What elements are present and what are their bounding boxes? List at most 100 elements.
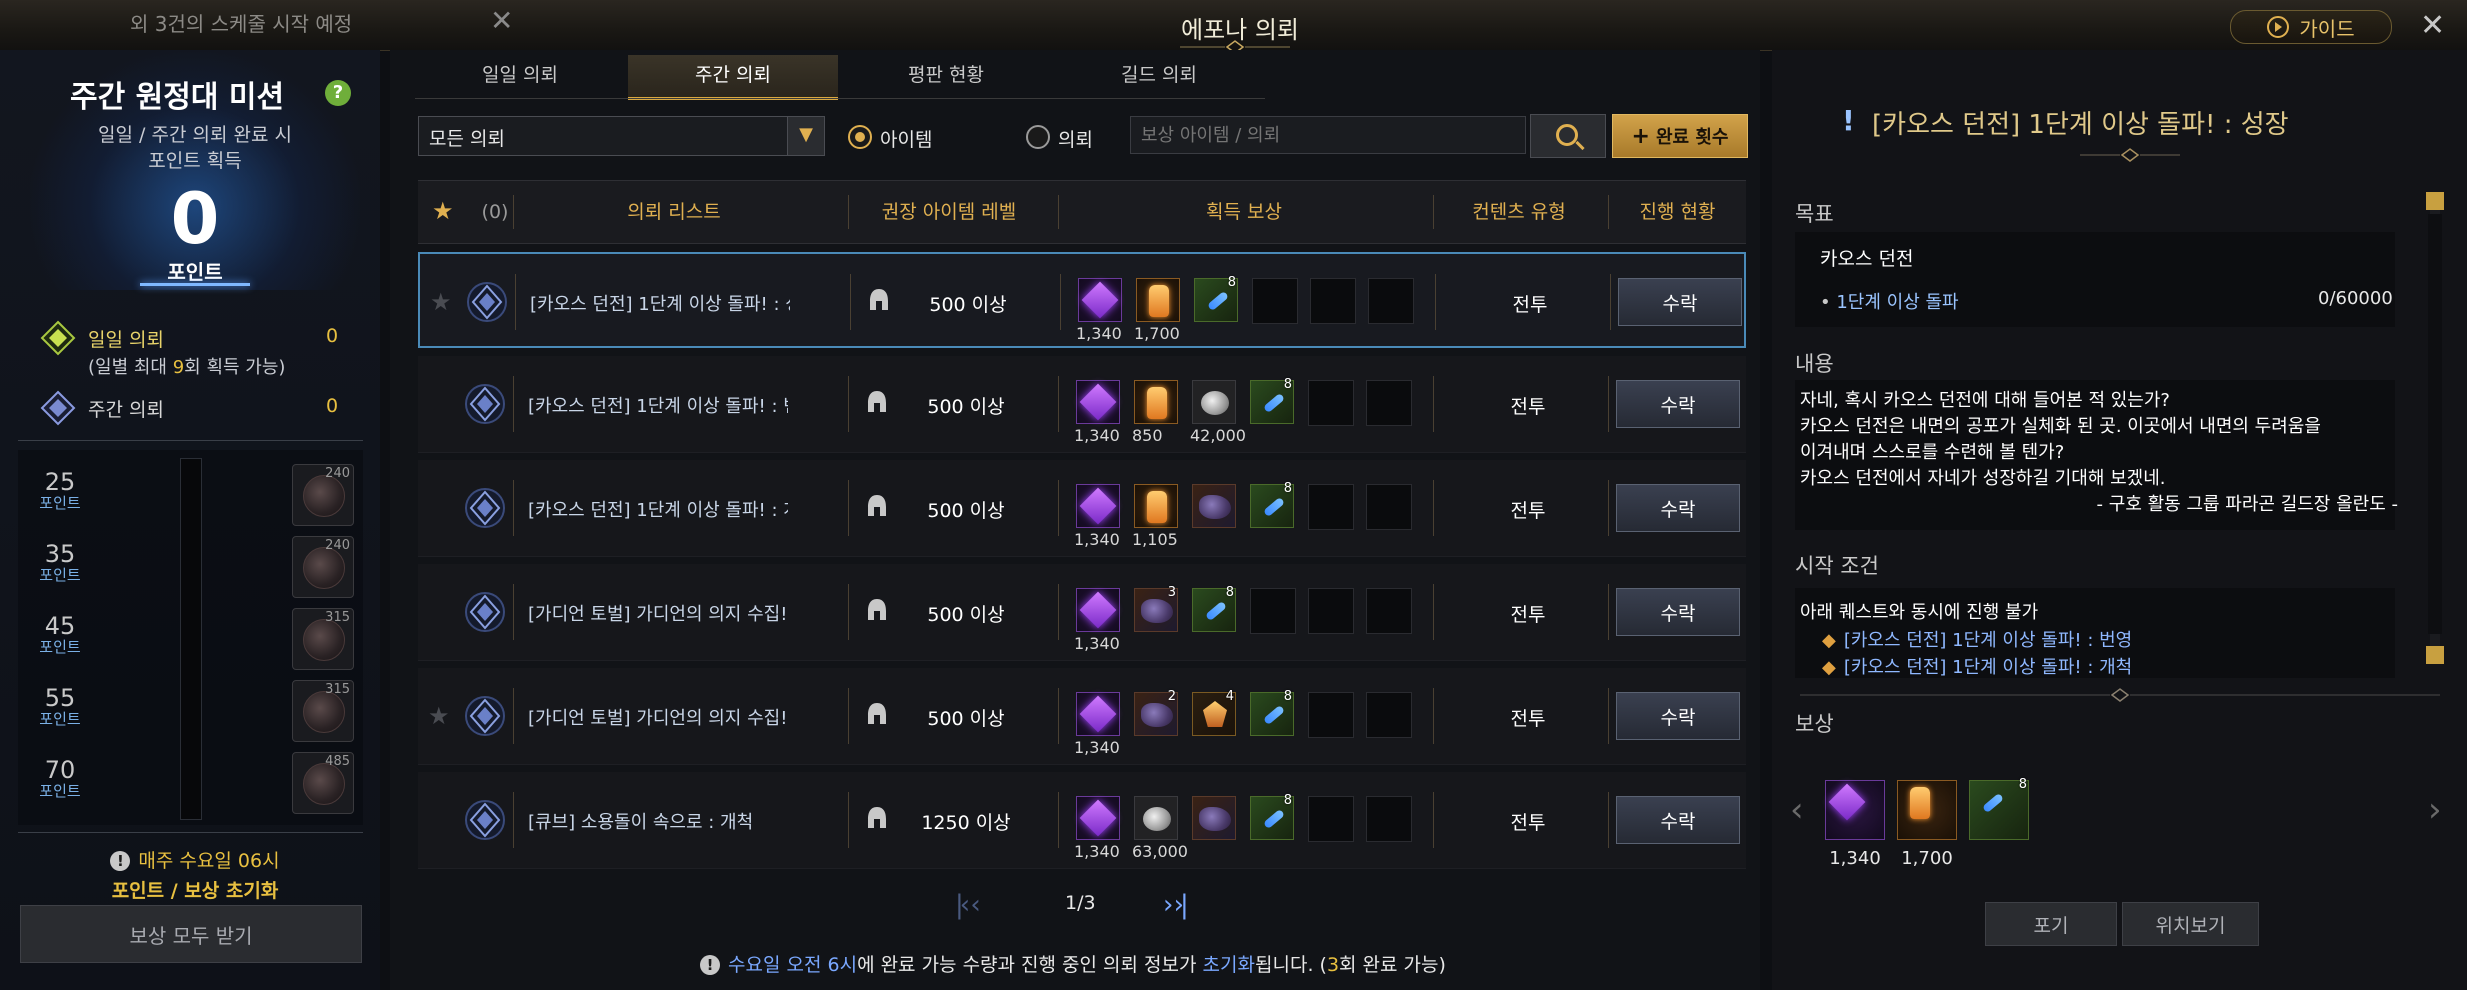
chest-icon	[303, 691, 345, 733]
chevron-down-icon[interactable]: ▼	[787, 117, 824, 155]
row-divider	[1058, 688, 1059, 744]
row-divider	[515, 274, 516, 330]
helmet-icon	[868, 703, 886, 724]
potion-icon[interactable]: 8	[1250, 689, 1294, 736]
row-divider	[1058, 584, 1059, 640]
mission-title: 주간 원정대 미션	[70, 80, 285, 115]
goal-count: 0/60000	[2318, 288, 2393, 309]
helmet-icon	[868, 495, 886, 516]
content-line: 카오스 던전에서 자네가 성장하길 기대해 보겠네.	[1800, 468, 2166, 489]
radio-quest[interactable]	[1026, 125, 1050, 149]
quest-row[interactable]: ★[카오스 던전] 1단계 이상 돌파! : 개척500 이상1,3401,10…	[418, 460, 1746, 557]
crystal-icon[interactable]	[1078, 278, 1122, 322]
crystal-icon[interactable]	[1076, 796, 1120, 840]
quest-filter-select[interactable]: 모든 의뢰 ▼	[418, 116, 825, 156]
potion-icon[interactable]: 8	[1250, 793, 1294, 840]
favorite-star-icon[interactable]: ★	[430, 288, 452, 316]
tab-weekly[interactable]: 주간 의뢰	[628, 55, 838, 100]
potion-icon[interactable]: 8	[1250, 481, 1294, 528]
pager-first-icon[interactable]: |‹ ‹	[955, 890, 981, 920]
amber-icon[interactable]	[1897, 780, 1957, 840]
pager-next-icon[interactable]: › ›|	[1163, 890, 1189, 920]
accept-button[interactable]: 수락	[1616, 484, 1740, 532]
accept-button[interactable]: 수락	[1616, 796, 1740, 844]
quest-row[interactable]: ★ [가디언 토벌] 가디언의 의지 수집! :... 500 이상 1,340 2 4 8…	[418, 668, 1746, 765]
ore-icon[interactable]: 2	[1134, 689, 1178, 736]
search-button[interactable]	[1530, 114, 1606, 158]
tier-reward-chest[interactable]: 485	[292, 752, 354, 814]
tier-reward-chest[interactable]: 315	[292, 608, 354, 670]
potion-icon[interactable]: 8	[1194, 275, 1238, 322]
abandon-button[interactable]: 포기	[1985, 902, 2117, 946]
amber-icon[interactable]	[1136, 278, 1180, 322]
tier-reward-chest[interactable]: 315	[292, 680, 354, 742]
chevron-right-icon[interactable]: ›	[2428, 790, 2442, 830]
amber-icon[interactable]	[1134, 380, 1178, 424]
tier-reward-chest[interactable]: 240	[292, 464, 354, 526]
crystal-icon[interactable]	[1825, 780, 1885, 840]
empty-reward-slot	[1366, 796, 1412, 842]
potion-icon[interactable]: 8	[1192, 585, 1236, 632]
quest-row[interactable]: ★[큐브] 소용돌이 속으로 : 개척1250 이상1,34063,0008전투…	[418, 772, 1746, 869]
accept-button[interactable]: 수락	[1616, 588, 1740, 636]
receive-all-button[interactable]: 보상 모두 받기	[20, 905, 362, 963]
amber-icon[interactable]	[1134, 484, 1178, 528]
silver-icon[interactable]	[1192, 380, 1236, 424]
accept-button[interactable]: 수락	[1616, 380, 1740, 428]
item-count-badge: 8	[1283, 377, 1292, 392]
search-input[interactable]	[1130, 116, 1526, 154]
quest-row[interactable]: ★[카오스 던전] 1단계 이상 돌파! : 번영500 이상1,3408504…	[418, 356, 1746, 453]
ore-icon[interactable]	[1192, 796, 1236, 840]
row-divider	[513, 792, 514, 848]
ore-icon[interactable]: 3	[1134, 585, 1178, 632]
tab-guild[interactable]: 길드 의뢰	[1054, 55, 1264, 97]
accept-button[interactable]: 수락	[1616, 692, 1740, 740]
quest-name: [가디언 토벌] 가디언의 의지 수집! :...	[528, 604, 788, 625]
favorite-star-icon[interactable]: ★	[432, 199, 454, 223]
potion-icon[interactable]: 8	[1969, 777, 2029, 840]
header-type: 컨텐츠 유형	[1472, 201, 1566, 223]
radio-item[interactable]	[848, 125, 872, 149]
filter-value: 모든 의뢰	[429, 128, 505, 150]
crystal-icon[interactable]	[1076, 484, 1120, 528]
reward-quantity: 850	[1132, 426, 1163, 445]
close-icon[interactable]: ✕	[2420, 8, 2445, 43]
quest-row[interactable]: ★ [카오스 던전] 1단계 이상 돌파! : 성장 500 이상 1,340 1,70…	[418, 252, 1746, 348]
accept-button[interactable]: 수락	[1618, 278, 1742, 326]
empty-reward-slot	[1250, 588, 1296, 634]
crystal-icon[interactable]	[1076, 692, 1120, 736]
empty-reward-slot	[1310, 278, 1356, 324]
chevron-left-icon[interactable]: ‹	[1790, 790, 1804, 830]
quest-name: [카오스 던전] 1단계 이상 돌파! : 성장	[530, 294, 790, 315]
scroll-up-button[interactable]	[2426, 192, 2444, 210]
weekly-quest-icon	[465, 696, 505, 736]
item-count-badge: 2	[1167, 689, 1176, 704]
gem-icon[interactable]: 4	[1192, 689, 1236, 736]
locate-button[interactable]: 위치보기	[2122, 902, 2259, 946]
scroll-down-button[interactable]	[2426, 646, 2444, 664]
ore-icon[interactable]	[1192, 484, 1236, 528]
exclamation-icon: !	[1842, 104, 1855, 137]
crystal-icon[interactable]	[1076, 380, 1120, 424]
favorite-star-icon[interactable]: ★	[428, 702, 450, 730]
silver-icon[interactable]	[1134, 796, 1178, 840]
tab-daily[interactable]: 일일 의뢰	[415, 55, 625, 97]
crystal-icon[interactable]	[1076, 588, 1120, 632]
row-divider	[1060, 274, 1061, 330]
guide-button[interactable]: 가이드	[2230, 10, 2392, 44]
tier-reward-chest[interactable]: 240	[292, 536, 354, 598]
helmet-icon	[868, 807, 886, 828]
tier-points-label: 포인트	[39, 638, 81, 656]
help-icon[interactable]: ?	[325, 80, 351, 106]
scroll-thumb[interactable]	[2428, 214, 2442, 634]
row-divider	[1608, 688, 1609, 744]
complete-count-button[interactable]: + 완료 횟수	[1612, 114, 1748, 158]
potion-icon[interactable]: 8	[1250, 377, 1294, 424]
notice-close-icon[interactable]: ✕	[490, 4, 513, 37]
empty-reward-slot	[1366, 380, 1412, 426]
points-underline	[140, 283, 250, 286]
daily-note-prefix: (일별 최대	[88, 357, 173, 378]
quest-row[interactable]: ★[가디언 토벌] 가디언의 의지 수집! :...500 이상1,34038전…	[418, 564, 1746, 661]
tab-reputation[interactable]: 평판 현황	[841, 55, 1051, 97]
play-icon	[2267, 16, 2290, 38]
